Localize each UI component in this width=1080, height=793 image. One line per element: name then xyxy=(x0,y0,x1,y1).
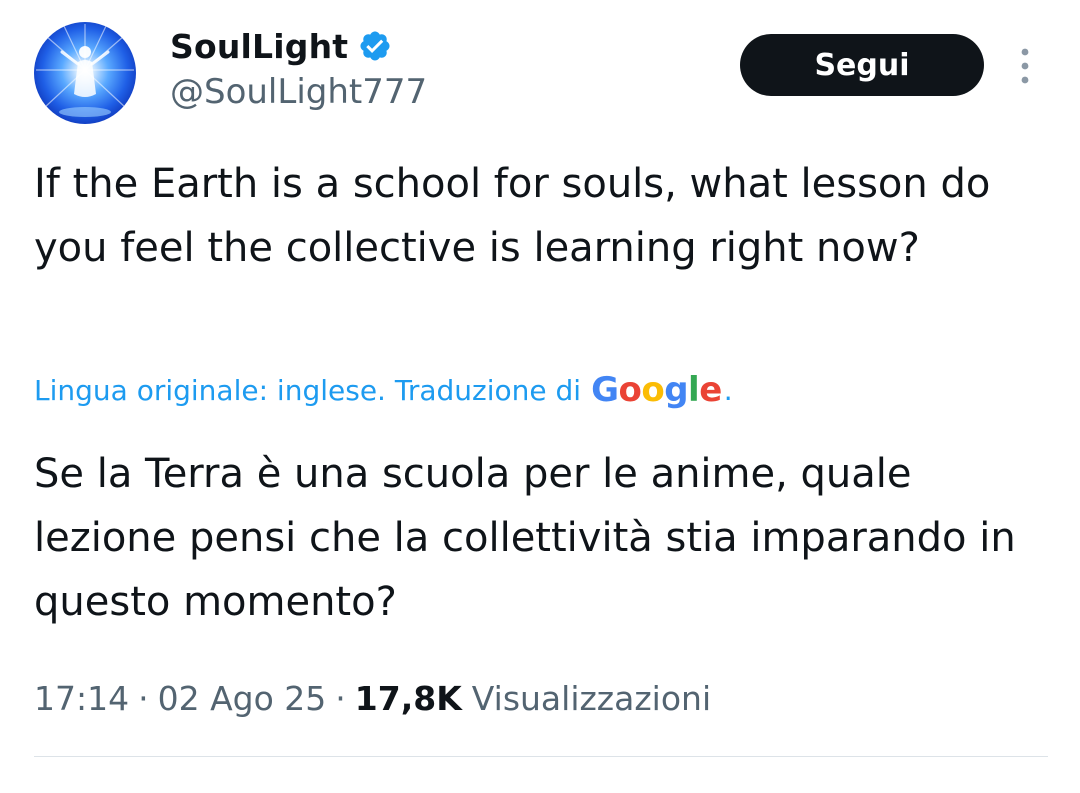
follow-button[interactable]: Segui xyxy=(740,34,984,96)
views-label[interactable]: Visualizzazioni xyxy=(472,679,711,718)
translation-label[interactable]: Lingua originale: inglese. Traduzione di xyxy=(34,374,581,407)
meta-separator: · xyxy=(335,678,346,718)
verified-badge-icon xyxy=(360,31,390,61)
translation-trailing-dot: . xyxy=(723,373,733,407)
tweet-header: SoulLight @SoulLight777 Segui xyxy=(0,0,1080,140)
meta-separator: · xyxy=(138,678,149,718)
display-name-row: SoulLight xyxy=(170,24,392,68)
views-count[interactable]: 17,8K xyxy=(355,679,462,718)
divider xyxy=(34,756,1048,757)
tweet-date[interactable]: 02 Ago 25 xyxy=(158,679,327,718)
account-handle[interactable]: @SoulLight777 xyxy=(170,72,427,112)
avatar[interactable] xyxy=(34,22,136,124)
vertical-ellipsis-icon[interactable] xyxy=(1014,44,1036,88)
translated-tweet-text: Se la Terra è una scuola per le anime, q… xyxy=(34,451,1016,625)
glowing-figure-icon xyxy=(36,24,134,117)
translation-attribution: Lingua originale: inglese. Traduzione di… xyxy=(34,366,733,414)
tweet-time[interactable]: 17:14 xyxy=(34,679,129,718)
display-name[interactable]: SoulLight xyxy=(170,27,348,66)
google-logo: Google xyxy=(591,370,722,410)
tweet-meta: 17:14 · 02 Ago 25 · 17,8K Visualizzazion… xyxy=(34,672,711,724)
tweet-text: If the Earth is a school for souls, what… xyxy=(34,161,991,271)
